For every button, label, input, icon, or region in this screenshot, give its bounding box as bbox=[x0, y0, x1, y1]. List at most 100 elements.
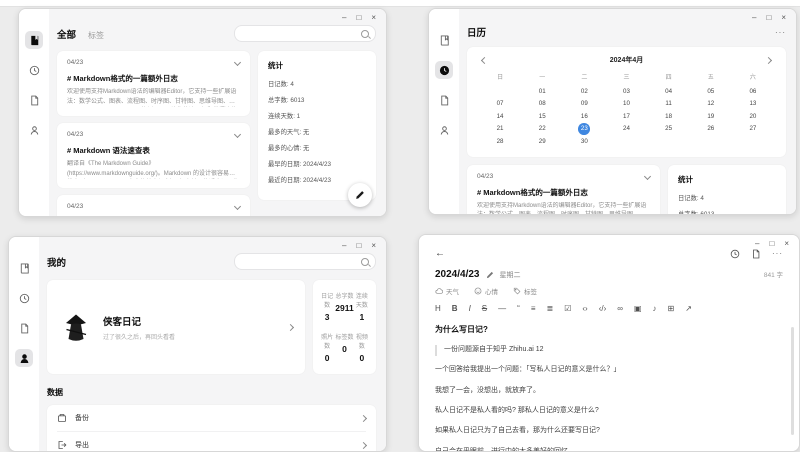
sidebar-item-diary[interactable] bbox=[435, 31, 453, 49]
calendar-day[interactable]: 30 bbox=[563, 135, 605, 148]
chevron-down-icon[interactable] bbox=[234, 59, 241, 66]
horizontal-rule-icon[interactable]: — bbox=[498, 305, 506, 313]
quote-icon[interactable]: “ bbox=[517, 305, 520, 313]
calendar-day[interactable]: 16 bbox=[563, 110, 605, 123]
italic-icon[interactable]: I bbox=[469, 305, 471, 313]
calendar-day[interactable]: 25 bbox=[648, 123, 690, 136]
preview-icon[interactable] bbox=[751, 249, 761, 259]
compose-button[interactable] bbox=[348, 183, 372, 207]
audio-icon[interactable]: ♪ bbox=[653, 305, 657, 313]
menu-item-backup[interactable]: 备份 bbox=[57, 405, 366, 432]
link-icon[interactable]: ∞ bbox=[617, 305, 623, 313]
sidebar-item-profile[interactable] bbox=[435, 121, 453, 139]
calendar-day[interactable] bbox=[479, 85, 521, 98]
more-button[interactable]: ··· bbox=[775, 28, 786, 37]
strikethrough-icon[interactable]: S bbox=[482, 305, 487, 313]
sidebar-item-profile[interactable] bbox=[25, 121, 43, 139]
sidebar-item-notes[interactable] bbox=[15, 319, 33, 337]
calendar-day[interactable] bbox=[690, 135, 732, 148]
edit-date-icon[interactable] bbox=[486, 271, 494, 279]
profile-card[interactable]: 侠客日记 过了很久之后，再回头看看 bbox=[47, 280, 305, 374]
chevron-down-icon[interactable] bbox=[644, 172, 651, 179]
inline-code-icon[interactable]: ‹› bbox=[582, 305, 587, 313]
prev-month-button[interactable] bbox=[479, 56, 490, 65]
back-button[interactable]: ← bbox=[435, 248, 445, 259]
calendar-day[interactable]: 09 bbox=[563, 98, 605, 111]
ordered-list-icon[interactable]: ≣ bbox=[546, 305, 553, 313]
calendar-day[interactable]: 19 bbox=[690, 110, 732, 123]
calendar-day[interactable]: 12 bbox=[690, 98, 732, 111]
tag-chip[interactable]: 标签 bbox=[513, 286, 537, 296]
mood-chip[interactable]: 心情 bbox=[474, 286, 498, 296]
more-button[interactable]: ··· bbox=[772, 249, 783, 258]
calendar-day[interactable]: 01 bbox=[521, 85, 563, 98]
minimize-button[interactable]: – bbox=[342, 14, 346, 22]
tab-all[interactable]: 全部 bbox=[57, 27, 76, 41]
maximize-button[interactable]: □ bbox=[769, 240, 774, 248]
calendar-day[interactable] bbox=[648, 135, 690, 148]
calendar-day[interactable]: 13 bbox=[732, 98, 774, 111]
next-month-button[interactable] bbox=[763, 56, 774, 65]
minimize-button[interactable]: – bbox=[342, 242, 346, 250]
close-button[interactable]: × bbox=[371, 242, 376, 250]
calendar-day[interactable]: 28 bbox=[479, 135, 521, 148]
calendar-day[interactable]: 14 bbox=[479, 110, 521, 123]
search-input[interactable] bbox=[234, 253, 376, 270]
calendar-day[interactable]: 27 bbox=[732, 123, 774, 136]
calendar-day[interactable]: 03 bbox=[605, 85, 647, 98]
diary-entry-card[interactable]: 04/23 为什么写日记? 一份问题源自于知乎 Zhihu.ai 32 一个回答… bbox=[57, 195, 250, 217]
editor-content[interactable]: 为什么写日记? 一份问题源自于知乎 Zhihu.ai 12 一个回答给我提出一个… bbox=[435, 324, 783, 452]
calendar-day[interactable]: 04 bbox=[648, 85, 690, 98]
calendar-day[interactable]: 24 bbox=[605, 123, 647, 136]
sidebar-item-notes[interactable] bbox=[435, 91, 453, 109]
sidebar-item-calendar[interactable] bbox=[15, 289, 33, 307]
calendar-day[interactable]: 21 bbox=[479, 123, 521, 136]
calendar-day[interactable]: 29 bbox=[521, 135, 563, 148]
calendar-day[interactable]: 11 bbox=[648, 98, 690, 111]
code-block-icon[interactable]: ‹/› bbox=[599, 305, 607, 313]
close-button[interactable]: × bbox=[371, 14, 376, 22]
chevron-down-icon[interactable] bbox=[234, 203, 241, 210]
scrollbar[interactable] bbox=[791, 327, 794, 435]
calendar-day[interactable]: 26 bbox=[690, 123, 732, 136]
calendar-day[interactable]: 23 bbox=[563, 123, 605, 136]
calendar-day[interactable]: 20 bbox=[732, 110, 774, 123]
table-icon[interactable]: ⊞ bbox=[668, 305, 675, 313]
sidebar-item-calendar[interactable] bbox=[25, 61, 43, 79]
diary-entry-card[interactable]: 04/23 # Markdown格式的一篇额外日志 欢迎使用支持Markdown… bbox=[57, 51, 250, 116]
diary-entry-card[interactable]: 04/23 # Markdown 语法速查表 翻译自《The Markdown … bbox=[57, 123, 250, 188]
search-input[interactable] bbox=[234, 25, 376, 42]
menu-item-export[interactable]: 导出 bbox=[57, 432, 366, 452]
maximize-button[interactable]: □ bbox=[356, 242, 361, 250]
calendar-day[interactable]: 10 bbox=[605, 98, 647, 111]
sidebar-item-diary[interactable] bbox=[15, 259, 33, 277]
calendar-day[interactable]: 08 bbox=[521, 98, 563, 111]
sidebar-item-profile[interactable] bbox=[15, 349, 33, 367]
diary-entry-card[interactable]: 04/23 # Markdown格式的一篇额外日志 欢迎使用支持Markdown… bbox=[467, 165, 660, 216]
calendar-day[interactable]: 22 bbox=[521, 123, 563, 136]
tab-tags[interactable]: 标签 bbox=[88, 30, 104, 41]
calendar-day[interactable] bbox=[605, 135, 647, 148]
calendar-day[interactable]: 02 bbox=[563, 85, 605, 98]
chevron-down-icon[interactable] bbox=[234, 131, 241, 138]
weather-chip[interactable]: 天气 bbox=[435, 286, 459, 296]
calendar-day[interactable]: 05 bbox=[690, 85, 732, 98]
calendar-day[interactable]: 06 bbox=[732, 85, 774, 98]
maximize-button[interactable]: □ bbox=[766, 14, 771, 22]
history-icon[interactable] bbox=[730, 249, 740, 259]
bullet-list-icon[interactable]: ≡ bbox=[531, 305, 536, 313]
minimize-button[interactable]: – bbox=[755, 240, 759, 248]
calendar-day[interactable]: 17 bbox=[605, 110, 647, 123]
calendar-day[interactable]: 07 bbox=[479, 98, 521, 111]
sidebar-item-diary[interactable] bbox=[25, 31, 43, 49]
maximize-button[interactable]: □ bbox=[356, 14, 361, 22]
bold-icon[interactable]: B bbox=[452, 305, 458, 313]
calendar-day[interactable] bbox=[732, 135, 774, 148]
heading-icon[interactable]: H bbox=[435, 305, 441, 313]
fullscreen-icon[interactable]: ↗ bbox=[685, 305, 692, 313]
calendar-day[interactable]: 15 bbox=[521, 110, 563, 123]
calendar-day[interactable]: 18 bbox=[648, 110, 690, 123]
minimize-button[interactable]: – bbox=[752, 14, 756, 22]
chevron-right-icon[interactable] bbox=[287, 323, 294, 330]
checklist-icon[interactable]: ☑ bbox=[564, 305, 571, 313]
